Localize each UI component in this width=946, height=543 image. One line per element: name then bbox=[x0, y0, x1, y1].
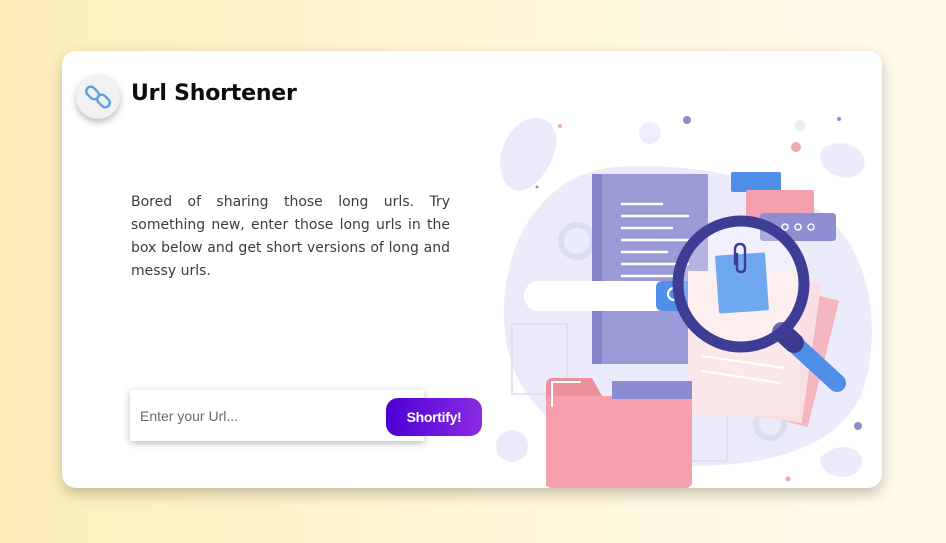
dot bbox=[683, 116, 691, 124]
dot bbox=[535, 185, 539, 189]
blob-small bbox=[820, 143, 865, 178]
blob-small bbox=[820, 446, 862, 478]
page-title: Url Shortener bbox=[131, 81, 297, 106]
dot bbox=[837, 117, 841, 121]
dot bbox=[791, 142, 801, 152]
bubble bbox=[639, 122, 661, 144]
url-input-box bbox=[130, 390, 424, 441]
card-blue bbox=[731, 172, 781, 192]
logo-badge bbox=[76, 75, 120, 119]
search-documents-illustration bbox=[496, 116, 872, 488]
bubble bbox=[794, 120, 806, 132]
dot bbox=[854, 422, 862, 430]
shortify-button[interactable]: Shortify! bbox=[386, 398, 482, 436]
search-bar-graphic bbox=[524, 281, 694, 311]
url-input[interactable] bbox=[130, 390, 380, 441]
blob-small bbox=[500, 117, 557, 191]
bubble bbox=[496, 430, 528, 462]
dot bbox=[785, 476, 791, 482]
link-icon bbox=[85, 85, 111, 109]
description-text: Bored of sharing those long urls. Try so… bbox=[131, 194, 450, 279]
folder-icon bbox=[546, 378, 692, 488]
shortener-card: Url Shortener Bored of sharing those lon… bbox=[62, 51, 882, 488]
dot bbox=[558, 124, 562, 128]
